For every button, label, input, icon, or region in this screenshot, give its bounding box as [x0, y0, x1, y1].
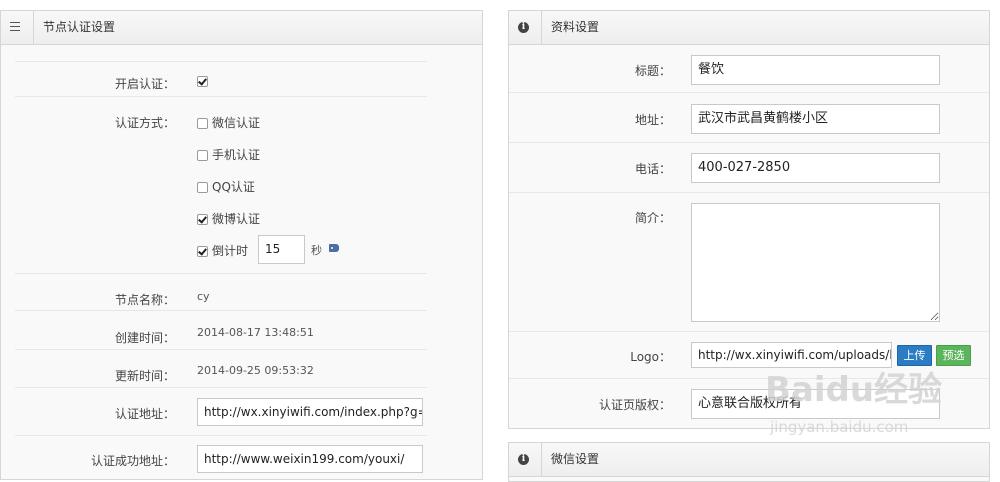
success-url-label: 认证成功地址：	[90, 454, 175, 468]
intro-textarea[interactable]	[691, 203, 940, 322]
qq-auth-checkbox[interactable]	[197, 182, 208, 193]
auth-url-input[interactable]: http://wx.xinyiwifi.com/index.php?g=H	[197, 398, 423, 426]
enable-auth-label: 开启认证：	[114, 77, 175, 91]
auth-url-label: 认证地址：	[114, 407, 175, 421]
node-name-label: 节点名称：	[114, 293, 175, 307]
logo-label: Logo：	[630, 350, 671, 364]
baidu-watermark: Baidu经验	[765, 370, 943, 410]
tag-icon	[329, 244, 339, 252]
updated-time-value: 2014-09-25 09:53:32	[197, 364, 314, 377]
intro-label: 简介：	[634, 211, 671, 225]
panel-title: 节点认证设置	[43, 20, 116, 34]
list-icon	[10, 22, 20, 31]
phone-auth-label: 手机认证	[212, 148, 261, 162]
countdown-label: 倒计时	[212, 244, 249, 258]
panel-title: 微信设置	[551, 452, 600, 466]
weibo-auth-checkbox[interactable]	[197, 214, 208, 225]
title-input[interactable]: 餐饮	[691, 55, 940, 85]
phone-input[interactable]: 400-027-2850	[691, 153, 940, 183]
created-time-label: 创建时间：	[114, 331, 175, 345]
created-time-value: 2014-08-17 13:48:51	[197, 326, 314, 339]
wechat-settings-panel: i 微信设置	[508, 442, 990, 482]
address-label: 地址：	[634, 113, 671, 127]
wechat-auth-label: 微信认证	[212, 116, 261, 130]
countdown-input[interactable]: 15	[258, 235, 305, 264]
enable-auth-checkbox[interactable]	[197, 76, 208, 87]
copyright-label: 认证页版权：	[598, 398, 671, 412]
baidu-watermark-url: jingyan.baidu.com	[770, 418, 909, 436]
phone-auth-checkbox[interactable]	[197, 150, 208, 161]
node-auth-panel-header: 节点认证设置	[1, 11, 482, 45]
weibo-auth-label: 微博认证	[212, 212, 261, 226]
info-icon: i	[518, 22, 529, 33]
node-name-value: cy	[197, 290, 210, 303]
wechat-auth-checkbox[interactable]	[197, 118, 208, 129]
info-icon: i	[518, 454, 529, 465]
auth-method-label: 认证方式：	[114, 116, 175, 130]
address-input[interactable]: 武汉市武昌黄鹤楼小区	[691, 104, 940, 134]
profile-panel-header: i 资料设置	[509, 11, 989, 45]
qq-auth-label: QQ认证	[212, 180, 255, 194]
wechat-panel-header: i 微信设置	[509, 443, 989, 477]
panel-title: 资料设置	[551, 20, 600, 34]
updated-time-label: 更新时间：	[114, 369, 175, 383]
countdown-checkbox[interactable]	[197, 246, 208, 257]
node-auth-panel: 节点认证设置 开启认证： 认证方式： 微信认证 手机认证 QQ认证 微博认证 倒…	[0, 10, 483, 480]
title-label: 标题：	[634, 64, 671, 78]
phone-label: 电话：	[634, 162, 671, 176]
countdown-unit: 秒	[311, 244, 322, 257]
